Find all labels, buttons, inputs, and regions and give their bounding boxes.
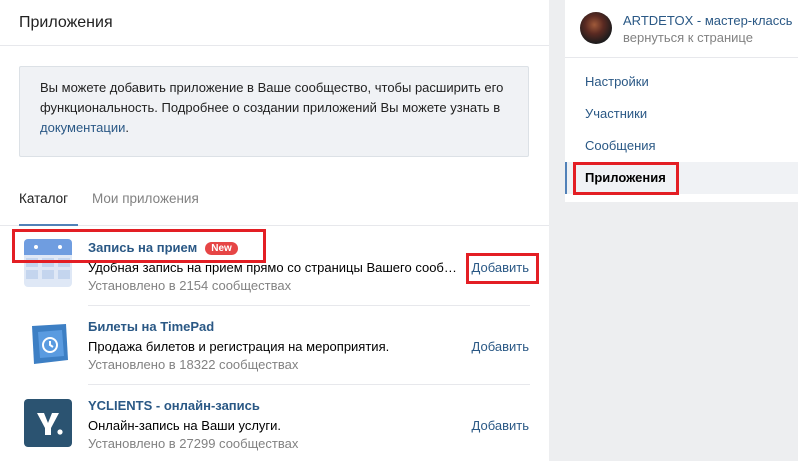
timepad-icon	[24, 320, 72, 368]
avatar[interactable]	[580, 12, 612, 44]
info-text-end: .	[125, 120, 129, 135]
sidebar-item-messages[interactable]: Сообщения	[565, 130, 798, 162]
tab-catalog[interactable]: Каталог	[19, 191, 68, 206]
app-name-link[interactable]: Билеты на TimePad	[88, 319, 214, 334]
sidebar-item-members[interactable]: Участники	[565, 98, 798, 130]
app-name-link[interactable]: Запись на прием New	[88, 240, 238, 255]
tab-my-apps[interactable]: Мои приложения	[92, 191, 199, 206]
app-row: Запись на прием New Удобная запись на при…	[0, 227, 549, 306]
back-to-page-link[interactable]: вернуться к странице	[623, 30, 753, 45]
app-install-count: Установлено в 2154 сообществах	[88, 278, 292, 293]
community-header: ARTDETOX - мастер-классы вернуться к стр…	[565, 0, 798, 58]
new-badge: New	[205, 242, 238, 255]
main-header: Приложения	[0, 0, 549, 46]
app-row: Билеты на TimePad Продажа билетов и реги…	[0, 306, 549, 385]
page-title: Приложения	[19, 14, 113, 31]
sidebar-item-apps[interactable]: Приложения	[565, 162, 798, 194]
calendar-icon	[24, 239, 72, 287]
app-description: Удобная запись на прием прямо со страниц…	[88, 260, 460, 275]
app-install-count: Установлено в 27299 сообществах	[88, 436, 299, 451]
app-description: Продажа билетов и регистрация на меропри…	[88, 339, 390, 354]
info-box: Вы можете добавить приложение в Ваше соо…	[19, 66, 529, 157]
app-description: Онлайн-запись на Ваши услуги.	[88, 418, 282, 433]
info-text: Вы можете добавить приложение в Ваше соо…	[40, 80, 504, 115]
tabs-bar: Каталог Мои приложения	[0, 176, 549, 226]
app-install-count: Установлено в 18322 сообществах	[88, 357, 299, 372]
app-name-text: Запись на прием	[88, 240, 198, 255]
active-tab-indicator	[19, 224, 78, 226]
documentation-link[interactable]: документации	[40, 120, 125, 135]
add-app-button[interactable]: Добавить	[472, 418, 529, 433]
sidebar-item-settings[interactable]: Настройки	[565, 66, 798, 98]
yclients-icon	[24, 399, 72, 447]
add-app-button[interactable]: Добавить	[472, 260, 529, 275]
main-panel: Приложения Вы можете добавить приложение…	[0, 0, 549, 461]
community-name-link[interactable]: ARTDETOX - мастер-классы	[623, 13, 793, 28]
community-sidebar: ARTDETOX - мастер-классы вернуться к стр…	[565, 0, 798, 202]
app-name-link[interactable]: YCLIENTS - онлайн-запись	[88, 398, 260, 413]
app-row: YCLIENTS - онлайн-запись Онлайн-запись н…	[0, 385, 549, 461]
add-app-button[interactable]: Добавить	[472, 339, 529, 354]
